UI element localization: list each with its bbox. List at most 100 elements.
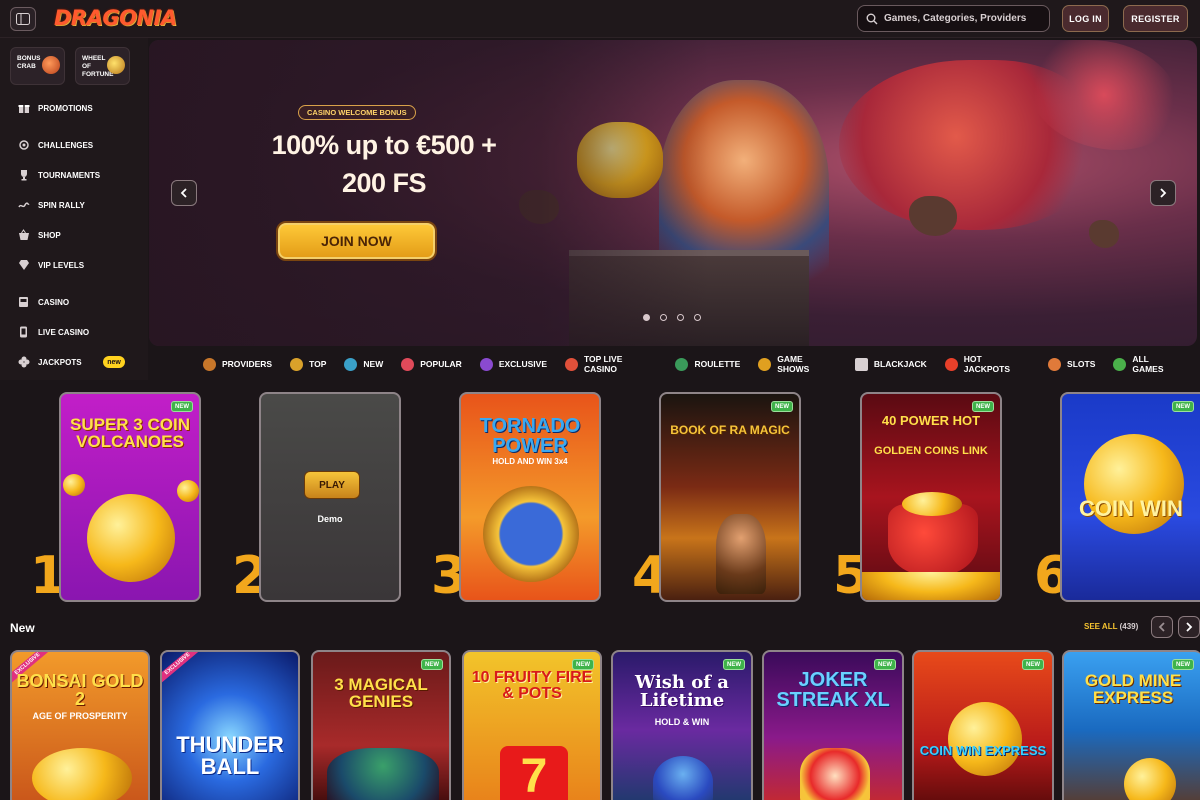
sidebar-item-shop[interactable]: SHOP (18, 227, 61, 243)
basket-icon (18, 229, 30, 241)
genie-art (653, 756, 713, 800)
welcome-bonus-pill: CASINO WELCOME BONUS (298, 105, 416, 120)
gift-icon (18, 102, 30, 114)
new-tag: NEW (1172, 659, 1194, 670)
game-card-40-power-hot[interactable]: 40 POWER HOT GOLDEN COINS LINK NEW (860, 392, 1002, 602)
game-card-3-magical-genies[interactable]: 3 MAGICAL GENIES NEW (311, 650, 451, 800)
hero-title-line-1: 100% up to €500 + (271, 130, 497, 160)
hero-next-button[interactable] (1150, 180, 1176, 206)
coin-art (177, 480, 199, 502)
see-all-count: (439) (1119, 622, 1139, 631)
sidebar-item-promotions[interactable]: PROMOTIONS (18, 100, 93, 116)
join-now-button[interactable]: JOIN NOW (276, 221, 437, 261)
crab-icon (42, 56, 60, 74)
coin-art (32, 748, 132, 800)
game-subtitle: GOLDEN COINS LINK (874, 445, 988, 457)
wheel-label-3: FORTUNE (82, 71, 114, 78)
game-card-bonsai-gold-2[interactable]: EXCLUSIVE BONSAI GOLD 2 AGE OF PROSPERIT… (10, 650, 150, 800)
wheel-icon (107, 56, 125, 74)
new-prev-button[interactable] (1151, 616, 1173, 638)
sidebar-item-challenges[interactable]: CHALLENGES (18, 137, 93, 153)
game-card-super-3-coin-volcanoes[interactable]: SUPER 3 COIN VOLCANOES NEW (59, 392, 201, 602)
sidebar-item-vip-levels[interactable]: VIP LEVELS (18, 257, 84, 273)
slot-icon (1048, 357, 1062, 371)
category-top[interactable]: TOP (290, 349, 326, 379)
category-exclusive[interactable]: EXCLUSIVE (479, 349, 547, 379)
search-bar[interactable] (857, 5, 1050, 32)
category-top-live-casino[interactable]: TOP LIVE CASINO (565, 349, 657, 379)
category-label: HOT JACKPOTS (963, 354, 1011, 374)
dragonia-logo[interactable]: DRAGONIA (54, 4, 177, 32)
game-card-wish-of-a-lifetime[interactable]: Wish of a Lifetime HOLD & WIN NEW (611, 650, 753, 800)
search-input[interactable] (884, 13, 1044, 24)
category-popular[interactable]: POPULAR (401, 349, 462, 379)
see-all-label: SEE ALL (1084, 622, 1118, 631)
game-title: COIN WIN EXPRESS (919, 743, 1047, 758)
sidebar-item-spin-rally[interactable]: SPIN RALLY (18, 197, 85, 213)
game-card-coin-win-express[interactable]: NEW COIN WIN EXPRESS (912, 650, 1054, 800)
flame-icon (944, 357, 958, 371)
category-game-shows[interactable]: GAME SHOWS (758, 349, 837, 379)
live-icon (565, 357, 578, 371)
wheel-of-fortune-card[interactable]: WHEEL OF FORTUNE (75, 47, 130, 85)
joker-art (800, 748, 870, 800)
carousel-dot[interactable] (677, 314, 684, 321)
game-card-hover[interactable]: PLAY Demo (259, 392, 401, 602)
genies-art (327, 748, 439, 800)
category-label: PROVIDERS (222, 359, 273, 369)
carousel-dot[interactable] (643, 314, 650, 321)
explorer-art (716, 514, 766, 594)
game-card-gold-mine-express[interactable]: GOLD MINE EXPRESS NEW (1062, 650, 1200, 800)
game-title: SUPER 3 COIN VOLCANOES (70, 415, 190, 451)
sidebar-item-jackpots[interactable]: JACKPOTS (18, 354, 82, 370)
new-next-button[interactable] (1178, 616, 1200, 638)
game-subtitle: HOLD & WIN (654, 717, 710, 727)
category-label: NEW (363, 359, 384, 369)
game-card-joker-streak-xl[interactable]: JOKER STREAK XL NEW (762, 650, 904, 800)
sidebar-item-live-casino[interactable]: LIVE CASINO (18, 324, 89, 340)
category-label: EXCLUSIVE (498, 359, 547, 369)
register-button[interactable]: REGISTER (1123, 5, 1188, 32)
sidebar-item-casino[interactable]: CASINO (18, 294, 69, 310)
play-button[interactable]: PLAY (304, 471, 360, 499)
category-blackjack[interactable]: BLACKJACK (854, 349, 927, 379)
lightning-icon (483, 486, 579, 582)
category-label: BLACKJACK (873, 359, 927, 369)
game-card-coin-win[interactable]: COIN WIN NEW (1060, 392, 1200, 602)
hero-prev-button[interactable] (171, 180, 197, 206)
category-providers[interactable]: PROVIDERS (203, 349, 272, 379)
see-all-link[interactable]: SEE ALL (439) (1084, 622, 1138, 631)
sidebar-toggle-button[interactable] (10, 7, 36, 31)
new-tag: NEW (1022, 659, 1044, 670)
game-card-tornado-power[interactable]: TORNADO POWER HOLD AND WIN 3x4 (459, 392, 601, 602)
game-card-10-fruity-fire-pots[interactable]: 10 FRUITY FIRE & POTS NEW 7 (462, 650, 602, 800)
category-all-games[interactable]: ALL GAMES (1113, 349, 1182, 379)
game-card-thunder-ball[interactable]: EXCLUSIVE THUNDER BALL (160, 650, 300, 800)
slot-machine-icon (18, 296, 30, 308)
login-button[interactable]: LOG IN (1062, 5, 1109, 32)
game-title: GOLD MINE EXPRESS (1084, 671, 1182, 707)
cards-icon (854, 357, 868, 371)
hero-title-line-2: 200 FS (341, 168, 427, 198)
carousel-dot[interactable] (660, 314, 667, 321)
new-tag: NEW (171, 401, 193, 412)
carousel-dot[interactable] (694, 314, 701, 321)
new-tag: NEW (874, 659, 896, 670)
game-title: BOOK OF RA MAGIC (670, 423, 790, 437)
sidebar-item-label: JACKPOTS (38, 357, 82, 367)
bonus-crab-card[interactable]: BONUS CRAB (10, 47, 65, 85)
category-hot-jackpots[interactable]: HOT JACKPOTS (944, 349, 1030, 379)
demo-link[interactable]: Demo (261, 514, 399, 524)
sidebar-item-label: TOURNAMENTS (38, 170, 101, 180)
game-card-book-of-ra-magic[interactable]: BOOK OF RA MAGIC NEW (659, 392, 801, 602)
category-slots[interactable]: SLOTS (1048, 349, 1095, 379)
category-new[interactable]: NEW (344, 349, 383, 379)
sidebar-item-tournaments[interactable]: TOURNAMENTS (18, 167, 100, 183)
gem-icon (479, 357, 493, 371)
chevron-left-icon (1158, 622, 1165, 632)
providers-icon (203, 357, 216, 371)
hero-banner[interactable]: CASINO WELCOME BONUS 100% up to €500 + 2… (149, 40, 1197, 346)
seven-icon: 7 (500, 746, 568, 800)
category-roulette[interactable]: ROULETTE (675, 349, 740, 379)
coin-art (63, 474, 85, 496)
